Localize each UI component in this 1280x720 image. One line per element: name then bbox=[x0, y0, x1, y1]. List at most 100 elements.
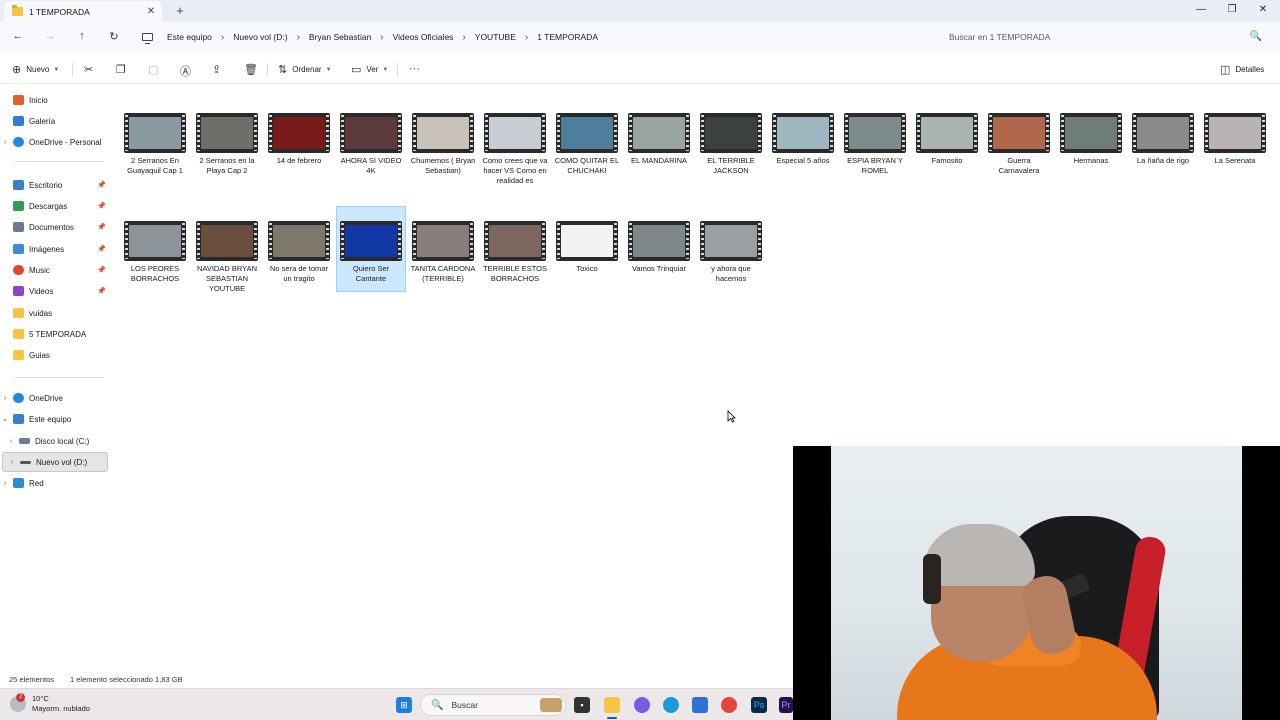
minimize-button[interactable]: — bbox=[1185, 0, 1217, 22]
file-item[interactable]: TANITA CARDONA (TERRIBLE) bbox=[408, 221, 478, 284]
sidebar-item-este-equipo[interactable]: ⌄ Este equipo bbox=[0, 409, 110, 429]
refresh-button[interactable]: ↻ bbox=[98, 30, 130, 43]
start-icon[interactable]: ⊞ bbox=[396, 697, 412, 713]
file-item[interactable]: COMO QUITAR EL CHUCHAKI bbox=[552, 113, 622, 176]
sidebar-item-music[interactable]: Music 📌 bbox=[0, 260, 110, 280]
photoshop-icon[interactable]: Ps bbox=[751, 697, 767, 713]
terminal-icon[interactable]: ▪ bbox=[574, 697, 590, 713]
widgets-icon[interactable] bbox=[540, 698, 562, 712]
maximize-button[interactable]: ❐ bbox=[1216, 0, 1248, 22]
sidebar-item-red[interactable]: › Red bbox=[0, 473, 110, 493]
file-name: No sera de tomar un tragito bbox=[270, 264, 328, 283]
breadcrumb-separator[interactable]: › bbox=[525, 32, 528, 43]
rename-button[interactable]: Ⓐ bbox=[180, 63, 196, 79]
file-item[interactable]: Toxico bbox=[552, 221, 622, 274]
file-item[interactable]: LOS PEORES BORRACHOS bbox=[120, 221, 190, 284]
chevron-right-icon[interactable]: › bbox=[0, 395, 10, 402]
sidebar-item-disco-local[interactable]: › Disco local (C:) bbox=[0, 431, 110, 451]
pin-icon[interactable]: 📌 bbox=[97, 202, 106, 210]
tab-1-temporada[interactable]: 1 TEMPORADA ✕ bbox=[4, 1, 162, 22]
breadcrumb-separator[interactable]: › bbox=[462, 32, 465, 43]
pin-icon[interactable]: 📌 bbox=[97, 223, 106, 231]
copy-button[interactable]: ❐ bbox=[116, 63, 131, 76]
chevron-right-icon[interactable]: › bbox=[0, 139, 10, 146]
chrome-icon[interactable] bbox=[721, 697, 737, 713]
file-item[interactable]: EL MANDARINA bbox=[624, 113, 694, 166]
share-button[interactable]: ⇪ bbox=[212, 63, 226, 76]
pin-icon[interactable]: 📌 bbox=[97, 266, 106, 274]
file-item[interactable]: NAVIDAD BRYAN SEBASTIAN YOUTUBE bbox=[192, 221, 262, 294]
file-item[interactable]: AHORA SI VIDEO 4K bbox=[336, 113, 406, 176]
close-button[interactable]: ✕ bbox=[1247, 0, 1279, 22]
file-item[interactable]: Chumemos ( Bryan Sebastian) bbox=[408, 113, 478, 176]
chevron-right-icon[interactable]: › bbox=[0, 480, 10, 487]
breadcrumb-1-temporada[interactable]: 1 TEMPORADA bbox=[537, 32, 598, 42]
breadcrumb-bryan-sebastian[interactable]: Bryan Sebastian bbox=[309, 32, 371, 42]
sidebar-item-5-temporada[interactable]: 5 TEMPORADA bbox=[0, 324, 110, 344]
view-button[interactable]: ▭ Ver ▼ bbox=[351, 63, 388, 76]
weather-widget[interactable]: 2 10°C Mayorm. nublado bbox=[10, 693, 90, 714]
breadcrumb-videos-oficiales[interactable]: Videos Oficiales bbox=[393, 32, 454, 42]
sidebar-item-videos[interactable]: Videos 📌 bbox=[0, 281, 110, 301]
pin-icon[interactable]: 📌 bbox=[97, 287, 106, 295]
sidebar-item-imagenes[interactable]: Imágenes 📌 bbox=[0, 239, 110, 259]
breadcrumb-nuevo-vol[interactable]: Nuevo vol (D:) bbox=[233, 32, 287, 42]
sidebar-item-guias[interactable]: Guias bbox=[0, 345, 110, 365]
cut-button[interactable]: ✂ bbox=[84, 63, 98, 76]
file-item[interactable]: EL TERRIBLE JACKSON bbox=[696, 113, 766, 176]
delete-button[interactable]: 🗑 bbox=[244, 63, 263, 76]
more-options-button[interactable]: ··· bbox=[409, 63, 425, 75]
details-button[interactable]: ◫ Detalles bbox=[1220, 63, 1264, 76]
address-bar[interactable]: Este equipo › Nuevo vol (D:) › Bryan Seb… bbox=[136, 26, 932, 48]
file-item[interactable]: TERRIBLE ESTOS BORRACHOS bbox=[480, 221, 550, 284]
file-item[interactable]: La Serenata bbox=[1200, 113, 1270, 166]
file-item[interactable]: 14 de febrero bbox=[264, 113, 334, 166]
sort-button[interactable]: ⇅ Ordenar ▼ bbox=[278, 63, 332, 76]
up-button[interactable]: ↑ bbox=[66, 30, 98, 42]
file-explorer-icon[interactable] bbox=[604, 697, 620, 713]
file-item[interactable]: 2 Serranos En Guayaquil Cap 1 bbox=[120, 113, 190, 176]
file-item[interactable]: ESPIA BRYAN Y ROMEL bbox=[840, 113, 910, 176]
sidebar-item-galeria[interactable]: Galería bbox=[0, 111, 110, 131]
file-item[interactable]: La ñaña de rigo bbox=[1128, 113, 1198, 166]
copilot-icon[interactable] bbox=[634, 697, 650, 713]
file-item[interactable]: y ahora que hacemos bbox=[696, 221, 766, 284]
sidebar-item-vuidas[interactable]: vuidas bbox=[0, 303, 110, 323]
breadcrumb-separator[interactable]: › bbox=[297, 32, 300, 43]
file-item[interactable]: Famosito bbox=[912, 113, 982, 166]
forward-button[interactable]: → bbox=[34, 30, 66, 42]
pin-icon[interactable]: 📌 bbox=[97, 245, 106, 253]
file-item[interactable]: 2 Serranos en la Playa Cap 2 bbox=[192, 113, 262, 176]
file-item[interactable]: Guerra Carnavalera bbox=[984, 113, 1054, 176]
file-item[interactable]: Hermanas bbox=[1056, 113, 1126, 166]
search-input[interactable]: Buscar en 1 TEMPORADA 🔍 bbox=[938, 26, 1272, 48]
breadcrumb-separator[interactable]: › bbox=[380, 32, 383, 43]
file-item[interactable]: Vamos Trinquiar bbox=[624, 221, 694, 274]
chevron-down-icon[interactable]: ⌄ bbox=[0, 415, 10, 423]
sidebar-item-escritorio[interactable]: Escritorio 📌 bbox=[0, 175, 110, 195]
sidebar-item-descargas[interactable]: Descargas 📌 bbox=[0, 196, 110, 216]
sidebar-item-onedrive-personal[interactable]: › OneDrive - Personal bbox=[0, 132, 110, 152]
new-button[interactable]: ⊕ Nuevo ▼ bbox=[12, 63, 59, 76]
file-item[interactable]: Especial 5 años bbox=[768, 113, 838, 166]
pin-icon[interactable]: 📌 bbox=[97, 181, 106, 189]
breadcrumb-separator[interactable]: › bbox=[221, 32, 224, 43]
chevron-right-icon[interactable]: › bbox=[6, 438, 16, 445]
paste-button[interactable]: ▢ bbox=[148, 63, 163, 76]
new-tab-button[interactable]: + bbox=[172, 3, 188, 19]
sidebar-item-documentos[interactable]: Documentos 📌 bbox=[0, 217, 110, 237]
file-item[interactable]: Quiero Ser Cantante bbox=[336, 206, 406, 292]
store-icon[interactable] bbox=[692, 697, 708, 713]
file-item[interactable]: No sera de tomar un tragito bbox=[264, 221, 334, 284]
premiere-icon[interactable]: Pr bbox=[779, 697, 793, 713]
sidebar-item-nuevo-vol[interactable]: › Nuevo vol (D:) bbox=[2, 452, 108, 472]
breadcrumb-youtube[interactable]: YOUTUBE bbox=[475, 32, 516, 42]
sidebar-item-inicio[interactable]: Inicio bbox=[0, 90, 110, 110]
sidebar-item-onedrive[interactable]: › OneDrive bbox=[0, 388, 110, 408]
tab-close-icon[interactable]: ✕ bbox=[144, 6, 158, 17]
breadcrumb-este-equipo[interactable]: Este equipo bbox=[167, 32, 212, 42]
back-button[interactable]: ← bbox=[2, 30, 34, 42]
edge-icon[interactable] bbox=[663, 697, 679, 713]
chevron-right-icon[interactable]: › bbox=[7, 459, 17, 466]
file-item[interactable]: Como crees que va hacer VS Como en reali… bbox=[480, 113, 550, 186]
